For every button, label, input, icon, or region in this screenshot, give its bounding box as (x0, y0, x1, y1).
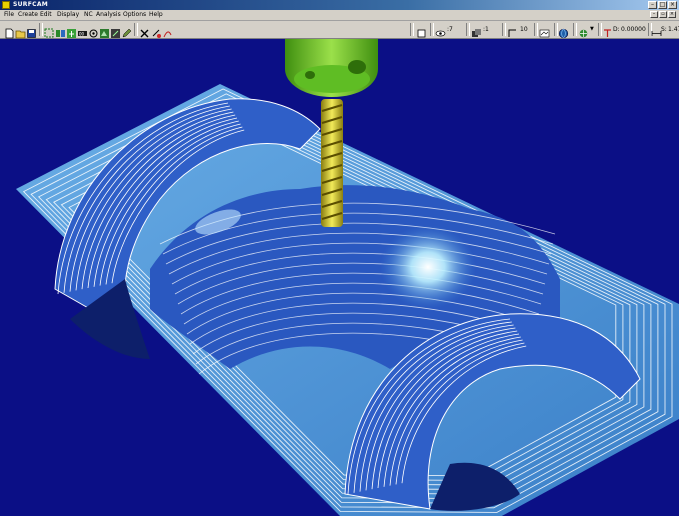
dropdown-arrow-icon[interactable]: ▼ (590, 24, 594, 35)
menu-edit[interactable]: Edit (40, 10, 52, 20)
trim-icon[interactable] (151, 24, 162, 38)
shade-icon[interactable] (99, 24, 110, 38)
layer-icon[interactable] (471, 24, 482, 37)
view-orient-icon[interactable] (578, 24, 589, 38)
pan-icon[interactable] (66, 24, 77, 38)
holder-nut-icon (348, 60, 366, 74)
svg-text:00: 00 (79, 32, 85, 37)
view-axis-icon[interactable] (110, 24, 121, 38)
new-file-icon[interactable] (4, 24, 15, 39)
depth-label: D: (613, 26, 620, 33)
zoom-all-icon[interactable] (55, 24, 66, 37)
doc-minimize-icon[interactable]: – (650, 11, 658, 18)
depth-value: 0.00000 (621, 26, 646, 33)
level-number: 10 (520, 26, 528, 33)
menu-display[interactable]: Display (57, 10, 79, 20)
menu-nc[interactable]: NC (84, 10, 93, 20)
app-icon (2, 1, 10, 9)
color-icon[interactable] (539, 24, 550, 38)
surfcam-window: SURFCAM – □ × File Create Edit Display N… (0, 0, 679, 516)
edit-icon[interactable] (121, 24, 132, 38)
eye-icon[interactable] (435, 24, 446, 37)
view-number: :7 (447, 26, 453, 33)
doc-close-icon[interactable]: × (668, 11, 676, 18)
menu-create[interactable]: Create (18, 10, 38, 20)
toolpath-render (16, 39, 679, 516)
menu-file[interactable]: File (4, 10, 14, 20)
level-icon[interactable] (507, 24, 518, 37)
window-title: SURFCAM (13, 1, 49, 8)
layer-number: :1 (483, 26, 489, 33)
globe-icon[interactable] (558, 24, 569, 39)
light-highlight (380, 225, 476, 309)
redraw-icon[interactable]: 00 (77, 24, 88, 37)
select-box-icon[interactable] (416, 24, 427, 38)
graphics-viewport[interactable] (0, 39, 679, 516)
holder-nut-small-icon (305, 71, 315, 79)
menu-bar: File Create Edit Display NC Analysis Opt… (0, 10, 679, 21)
title-bar[interactable]: SURFCAM – □ × (0, 0, 679, 10)
depth-icon[interactable] (602, 24, 613, 37)
open-folder-icon[interactable] (15, 24, 26, 39)
curve-icon[interactable] (162, 24, 173, 38)
menu-help[interactable]: Help (149, 10, 163, 20)
delete-x-icon[interactable] (139, 24, 150, 38)
zoom-window-icon[interactable] (44, 24, 55, 38)
save-icon[interactable] (26, 24, 37, 38)
main-toolbar: 00 :7:1 10 ▼ D: 0.00000 S: 1.4 (0, 21, 679, 39)
rotate-view-icon[interactable] (88, 24, 99, 38)
maximize-icon[interactable]: □ (658, 1, 667, 9)
menu-options[interactable]: Options (123, 10, 146, 20)
close-icon[interactable]: × (668, 1, 677, 9)
minimize-icon[interactable]: – (648, 1, 657, 9)
scale-label: S: (661, 26, 667, 33)
scale-value: 1.47229 (668, 26, 679, 33)
doc-restore-icon[interactable]: ▫ (659, 11, 667, 18)
menu-analysis[interactable]: Analysis (96, 10, 121, 20)
